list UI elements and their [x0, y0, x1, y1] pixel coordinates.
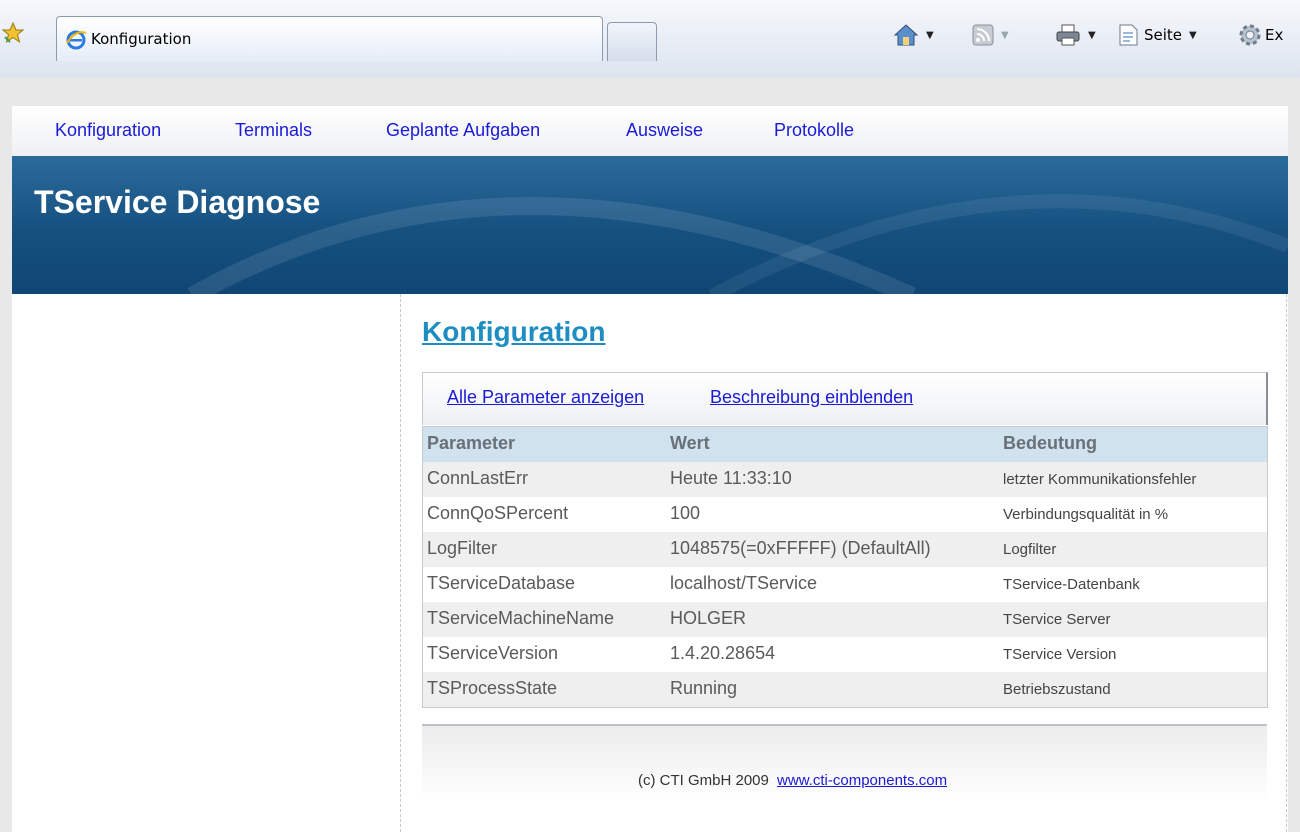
main-content: Konfiguration Alle Parameter anzeigen Be…: [401, 294, 1287, 834]
page-menu-button[interactable]: Seite ▼: [1118, 18, 1197, 52]
parameter-value: Running: [670, 678, 738, 698]
page-menu-label: Seite: [1144, 26, 1183, 44]
table-row: TServiceDatabase localhost/TService TSer…: [423, 567, 1267, 602]
parameter-value: Heute 11:33:10: [670, 468, 792, 488]
chevron-down-icon[interactable]: ▼: [1001, 30, 1009, 41]
chevron-down-icon[interactable]: ▼: [1189, 30, 1197, 41]
show-all-parameters-link[interactable]: Alle Parameter anzeigen: [447, 387, 644, 408]
chevron-down-icon[interactable]: ▼: [926, 30, 934, 41]
column-header-wert: Wert: [670, 433, 710, 453]
parameter-description: Verbindungsqualität in %: [1003, 506, 1169, 523]
parameter-description: TService Version: [1003, 646, 1117, 663]
printer-icon: [1056, 24, 1080, 46]
table-row: LogFilter 1048575(=0xFFFFF) (DefaultAll)…: [423, 532, 1267, 567]
column-header-bedeutung: Bedeutung: [1003, 433, 1097, 453]
header-banner: TService Diagnose: [12, 156, 1288, 294]
parameter-description: Logfilter: [1003, 541, 1057, 558]
parameter-description: Betriebszustand: [1003, 681, 1111, 698]
tab-title: Konfiguration: [91, 30, 192, 48]
table-header-row: Parameter Wert Bedeutung: [423, 427, 1267, 462]
page-footer: (c) CTI GmbH 2009 www.cti-components.com: [422, 724, 1267, 834]
top-navigation: Konfiguration Terminals Geplante Aufgabe…: [12, 106, 1288, 157]
parameter-value: HOLGER: [670, 608, 747, 628]
copyright-text: (c) CTI GmbH 2009: [638, 772, 769, 789]
parameter-description: TService Server: [1003, 611, 1111, 628]
parameter-description: letzter Kommunikationsfehler: [1003, 471, 1197, 488]
page-icon: [1119, 24, 1138, 46]
parameter-table: Parameter Wert Bedeutung ConnLastErr Heu…: [422, 426, 1268, 708]
gear-icon: [1239, 24, 1261, 46]
ie-icon: [66, 30, 87, 50]
table-row: ConnLastErr Heute 11:33:10 letzter Kommu…: [423, 462, 1267, 497]
banner-decoration: [187, 194, 1288, 294]
parameter-name: ConnLastErr: [427, 468, 529, 488]
home-icon: [893, 24, 919, 46]
home-button[interactable]: ▼: [893, 18, 934, 52]
parameter-description: TService-Datenbank: [1003, 576, 1140, 593]
parameter-name: ConnQoSPercent: [427, 503, 569, 523]
rss-feed-icon: [972, 24, 994, 46]
feeds-button[interactable]: ▼: [972, 18, 1009, 52]
table-row: TServiceVersion 1.4.20.28654 TService Ve…: [423, 637, 1267, 672]
table-row: TSProcessState Running Betriebszustand: [423, 672, 1267, 707]
page-title[interactable]: Konfiguration: [422, 316, 606, 348]
parameter-value: 100: [670, 503, 701, 523]
action-bar: Alle Parameter anzeigen Beschreibung ein…: [422, 372, 1268, 425]
parameter-name: TServiceVersion: [427, 643, 559, 663]
nav-item-konfiguration[interactable]: Konfiguration: [55, 120, 161, 141]
browser-tab[interactable]: Konfiguration: [56, 16, 603, 61]
new-tab-button[interactable]: [607, 22, 657, 61]
parameter-name: TServiceDatabase: [427, 573, 576, 593]
column-header-parameter: Parameter: [427, 433, 516, 453]
parameter-name: TSProcessState: [427, 678, 558, 698]
nav-item-terminals[interactable]: Terminals: [235, 120, 312, 141]
parameter-value: 1.4.20.28654: [670, 643, 776, 663]
banner-title: TService Diagnose: [34, 184, 321, 220]
chevron-down-icon[interactable]: ▼: [1088, 30, 1096, 41]
left-sidebar: [12, 294, 401, 832]
footer-text: (c) CTI GmbH 2009 www.cti-components.com: [638, 772, 947, 789]
favorites-star-icon[interactable]: [2, 22, 24, 44]
parameter-name: TServiceMachineName: [427, 608, 615, 628]
table-row: TServiceMachineName HOLGER TService Serv…: [423, 602, 1267, 637]
show-description-link[interactable]: Beschreibung einblenden: [710, 387, 913, 408]
nav-item-protokolle[interactable]: Protokolle: [774, 120, 854, 141]
nav-item-geplante-aufgaben[interactable]: Geplante Aufgaben: [386, 120, 540, 141]
browser-chrome: Konfiguration ▼ ▼ ▼ Seite ▼ Ex: [0, 0, 1300, 79]
nav-item-ausweise[interactable]: Ausweise: [626, 120, 703, 141]
parameter-value: 1048575(=0xFFFFF) (DefaultAll): [670, 538, 931, 558]
extras-menu-button[interactable]: Ex: [1237, 18, 1283, 52]
print-button[interactable]: ▼: [1055, 18, 1096, 52]
table-row: ConnQoSPercent 100 Verbindungsqualität i…: [423, 497, 1267, 532]
company-website-link[interactable]: www.cti-components.com: [777, 772, 947, 789]
parameter-value: localhost/TService: [670, 573, 818, 593]
parameter-name: LogFilter: [427, 538, 498, 558]
extras-menu-label: Ex: [1265, 26, 1284, 44]
